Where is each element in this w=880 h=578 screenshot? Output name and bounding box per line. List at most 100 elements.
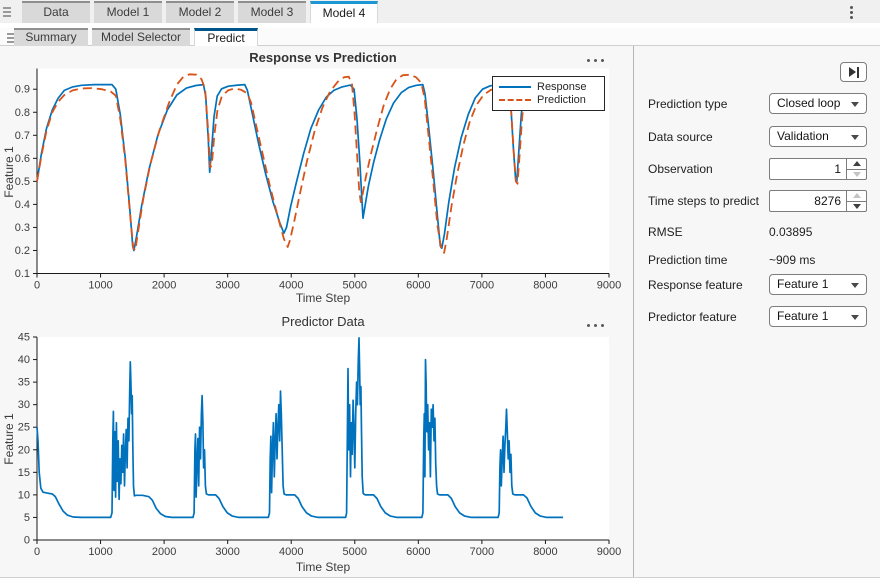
rmse-label: RMSE [648, 225, 683, 239]
svg-text:0.9: 0.9 [15, 84, 30, 96]
prediction-type-label: Prediction type [648, 97, 727, 111]
svg-text:4000: 4000 [279, 280, 303, 292]
response-chart-xlabel: Time Step [37, 291, 609, 305]
observation-label: Observation [648, 162, 713, 176]
app-window: { "doc_tab_bar": { "tabs": [ {"label": "… [0, 0, 880, 578]
chevron-down-icon [851, 283, 859, 288]
svg-text:25: 25 [18, 422, 30, 434]
svg-text:2000: 2000 [152, 280, 176, 292]
response-feature-dropdown[interactable]: Feature 1 [769, 274, 867, 295]
plot-area-1: 0100020003000400050006000700080009000051… [18, 332, 621, 559]
svg-text:1000: 1000 [88, 546, 112, 558]
tab-model-selector[interactable]: Model Selector [92, 28, 190, 46]
more-options-kebab-icon[interactable] [844, 4, 858, 20]
svg-text:0: 0 [34, 546, 40, 558]
predictor-feature-dropdown[interactable]: Feature 1 [769, 306, 867, 327]
response-chart-ylabel: Feature 1 [2, 137, 16, 207]
data-source-value: Validation [777, 129, 829, 143]
time-steps-input[interactable] [770, 191, 846, 211]
svg-text:6000: 6000 [406, 546, 430, 558]
prediction-type-dropdown[interactable]: Closed loop [769, 93, 867, 114]
svg-text:5000: 5000 [343, 546, 367, 558]
prediction-time-value: ~909 ms [769, 253, 815, 267]
svg-text:7000: 7000 [470, 546, 494, 558]
tab-model-3[interactable]: Model 3 [238, 1, 306, 23]
rmse-value: 0.03895 [769, 225, 812, 239]
svg-text:40: 40 [18, 354, 30, 366]
svg-text:5000: 5000 [343, 280, 367, 292]
response-chart-options-icon[interactable] [584, 55, 606, 65]
observation-spinner [769, 158, 867, 180]
tab-data[interactable]: Data [22, 1, 90, 23]
time-steps-increment-button[interactable] [847, 191, 866, 201]
plots-canvas: 01000200030004000500060007000800090000.1… [0, 46, 634, 577]
svg-text:15: 15 [18, 467, 30, 479]
tab-model-4[interactable]: Model 4 [310, 1, 378, 23]
svg-text:7000: 7000 [470, 280, 494, 292]
observation-input[interactable] [770, 159, 846, 179]
svg-text:6000: 6000 [406, 280, 430, 292]
sub-tab-bar: Summary Model Selector Predict [0, 28, 880, 46]
charts-panel: 01000200030004000500060007000800090000.1… [0, 46, 634, 577]
document-tab-bar: Data Model 1 Model 2 Model 3 Model 4 [0, 0, 880, 23]
tab-summary[interactable]: Summary [14, 28, 88, 46]
svg-text:0.1: 0.1 [15, 268, 30, 280]
svg-text:8000: 8000 [533, 280, 557, 292]
chevron-down-icon [851, 102, 859, 107]
time-steps-decrement-button[interactable] [847, 201, 866, 212]
collapse-panel-button[interactable] [840, 62, 867, 82]
response-chart-title: Response vs Prediction [37, 50, 609, 65]
prediction-properties-panel: Prediction type Closed loop Data source … [635, 46, 880, 577]
svg-text:0.6: 0.6 [15, 153, 30, 165]
time-steps-label: Time steps to predict [648, 194, 759, 208]
svg-text:0: 0 [24, 535, 30, 547]
observation-decrement-button[interactable] [847, 169, 866, 180]
svg-text:3000: 3000 [215, 546, 239, 558]
svg-text:8000: 8000 [533, 546, 557, 558]
svg-text:0.5: 0.5 [15, 176, 30, 188]
tab-model-1[interactable]: Model 1 [94, 1, 162, 23]
predictor-chart-options-icon[interactable] [584, 320, 606, 330]
tab-bar-grip-icon[interactable] [3, 7, 11, 17]
response-feature-value: Feature 1 [777, 277, 828, 291]
collapse-arrow-icon [849, 67, 856, 77]
predict-tab-content: 01000200030004000500060007000800090000.1… [0, 46, 880, 577]
data-source-dropdown[interactable]: Validation [769, 126, 867, 147]
svg-text:0: 0 [34, 280, 40, 292]
predictor-feature-value: Feature 1 [777, 309, 828, 323]
data-source-label: Data source [648, 130, 713, 144]
predictor-chart-xlabel: Time Step [37, 560, 609, 574]
legend-entry-response: Response [499, 81, 598, 93]
legend-entry-prediction: Prediction [499, 94, 598, 106]
svg-text:10: 10 [18, 489, 30, 501]
legend-label-prediction: Prediction [537, 94, 586, 106]
svg-text:9000: 9000 [597, 546, 621, 558]
prediction-type-value: Closed loop [777, 96, 840, 110]
svg-text:20: 20 [18, 444, 30, 456]
svg-text:0.8: 0.8 [15, 107, 30, 119]
svg-text:3000: 3000 [215, 280, 239, 292]
svg-text:1000: 1000 [88, 280, 112, 292]
svg-text:0.2: 0.2 [15, 245, 30, 257]
tab-model-2[interactable]: Model 2 [166, 1, 234, 23]
tab-predict[interactable]: Predict [194, 28, 258, 46]
svg-text:0.4: 0.4 [15, 199, 30, 211]
prediction-time-label: Prediction time [648, 253, 727, 267]
response-line-sample [499, 86, 531, 88]
predictor-chart-ylabel: Feature 1 [2, 404, 16, 474]
response-feature-label: Response feature [648, 278, 743, 292]
predictor-feature-label: Predictor feature [648, 310, 737, 324]
predictor-chart-title: Predictor Data [37, 314, 609, 329]
chart-legend: Response Prediction [492, 76, 605, 111]
svg-text:35: 35 [18, 377, 30, 389]
time-steps-spinner [769, 190, 867, 212]
svg-text:0.3: 0.3 [15, 222, 30, 234]
svg-text:5: 5 [24, 512, 30, 524]
observation-increment-button[interactable] [847, 159, 866, 169]
legend-label-response: Response [537, 81, 587, 93]
svg-text:30: 30 [18, 399, 30, 411]
svg-text:2000: 2000 [152, 546, 176, 558]
svg-text:0.7: 0.7 [15, 130, 30, 142]
chevron-down-icon [851, 135, 859, 140]
svg-text:45: 45 [18, 332, 30, 344]
